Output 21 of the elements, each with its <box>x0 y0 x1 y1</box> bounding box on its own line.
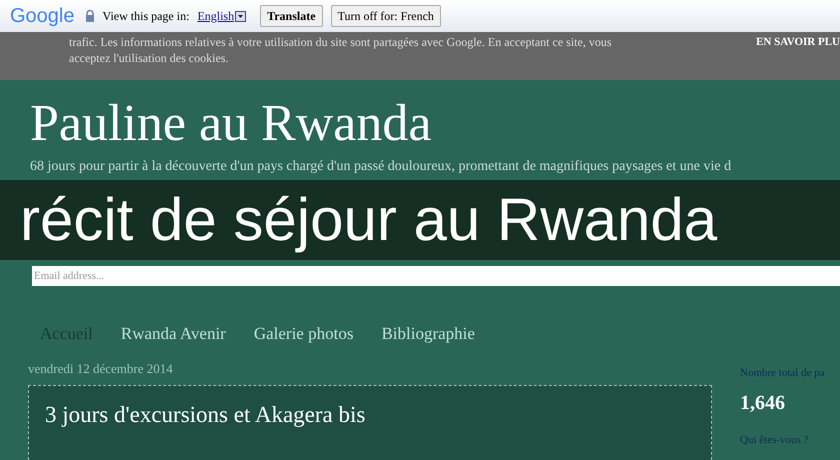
email-input[interactable]: Email address... <box>32 266 840 286</box>
learn-more-link[interactable]: EN SAVOIR PLU <box>756 34 840 80</box>
language-select[interactable]: English <box>197 7 246 25</box>
cookie-notice-text: acceptez l'utilisation des cookies. <box>69 50 230 66</box>
translate-prompt: View this page in: <box>102 8 190 25</box>
nav-tab[interactable]: Bibliographie <box>373 319 483 349</box>
stats-heading: Nombre total de pa <box>740 366 825 381</box>
about-heading: Qui êtes-vous ? <box>740 432 810 448</box>
post-date: vendredi 12 décembre 2014 <box>28 360 174 378</box>
nav-tab[interactable]: Rwanda Avenir <box>112 319 234 349</box>
google-logo: Google <box>10 4 74 29</box>
blog-title: Pauline au Rwanda <box>30 94 432 154</box>
translate-button[interactable]: Translate <box>260 5 323 27</box>
stats-value: 1,646 <box>740 390 786 416</box>
turn-off-button[interactable]: Turn off for: French <box>330 5 441 27</box>
lock-icon <box>84 10 94 22</box>
overlay-title: récit de séjour au Rwanda <box>20 190 718 250</box>
post-title: 3 jours d'excursions et Akagera bis <box>45 400 366 429</box>
nav-tab[interactable]: Galerie photos <box>246 319 362 349</box>
cookie-notice-text: trafic. Les informations relatives à votre utilisation du site sont partagées avec Google. En acceptant ce site, vous <box>69 34 612 50</box>
blog-description: 68 jours pour partir à la découverte d'un pays chargé d'un passé douloureux, promettant de magnifiques paysages et une vie d <box>30 158 732 176</box>
